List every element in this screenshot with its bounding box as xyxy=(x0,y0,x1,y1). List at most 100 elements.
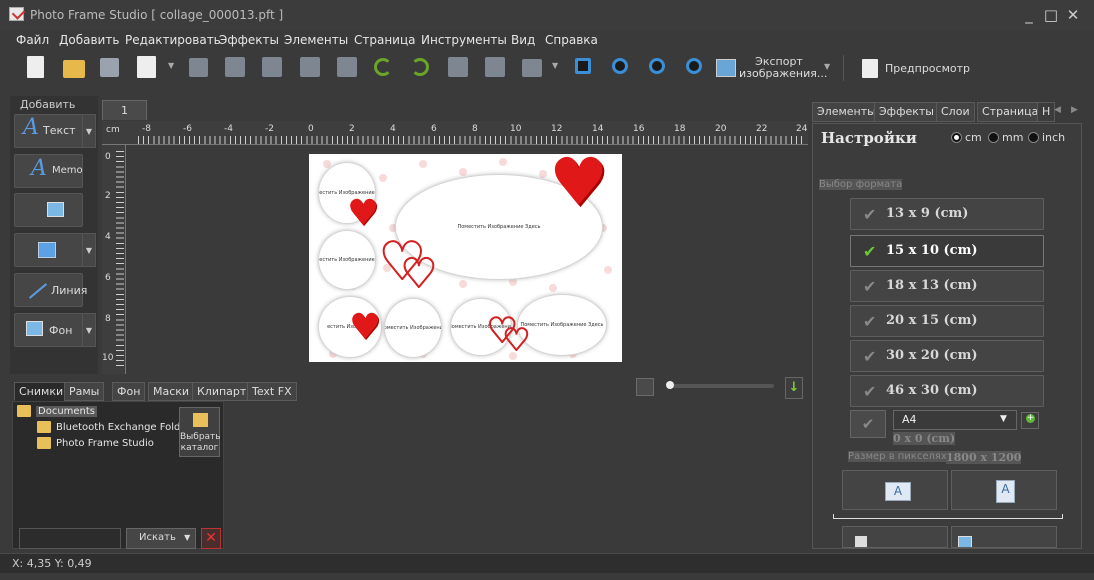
bring-to-front-icon[interactable] xyxy=(262,57,282,77)
save-icon[interactable] xyxy=(100,58,119,77)
menu-elements[interactable]: Элементы xyxy=(284,33,348,47)
heart-clipart[interactable]: ♥ xyxy=(347,196,379,232)
tab-layers[interactable]: Слои xyxy=(936,102,975,122)
ruler-label: 16 xyxy=(633,124,645,134)
format-option[interactable]: ✔ 13 x 9 (cm) xyxy=(850,198,1044,230)
format-option[interactable]: ✔ 30 x 20 (cm) xyxy=(850,340,1044,372)
tab-text-fx[interactable]: Text FX xyxy=(247,382,297,401)
thumbnail-size-slider[interactable] xyxy=(668,384,774,388)
tab-page[interactable]: Страница xyxy=(977,102,1044,122)
heart-clipart[interactable]: ♥ xyxy=(549,154,608,216)
chevron-down-icon[interactable]: ▼ xyxy=(824,62,830,71)
menu-file[interactable]: Файл xyxy=(16,33,49,47)
chevron-down-icon[interactable]: ▼ xyxy=(82,233,96,267)
scroll-left-icon[interactable]: ◀ xyxy=(1054,105,1061,115)
zoom-out-icon[interactable] xyxy=(649,58,665,74)
menu-view[interactable]: Вид xyxy=(511,33,535,47)
ruler-label: 0 xyxy=(308,124,314,134)
check-icon: ✔ xyxy=(863,382,877,401)
collage-page[interactable]: естить Изображение естить Изображение По… xyxy=(309,154,622,362)
add-page-icon[interactable] xyxy=(137,56,156,78)
tab-settings[interactable]: Н xyxy=(1037,102,1056,122)
portrait-button[interactable]: A xyxy=(951,470,1057,510)
zoom-in-icon[interactable] xyxy=(612,58,628,74)
delete-page-icon[interactable] xyxy=(189,58,208,77)
unit-radio-mm[interactable] xyxy=(988,132,999,143)
menu-effects[interactable]: Эффекты xyxy=(219,33,279,47)
photo-placeholder[interactable]: Поместить Изображение Здесь xyxy=(517,294,607,356)
add-memo-label: Memo xyxy=(52,165,83,176)
ungroup-icon[interactable] xyxy=(485,57,505,77)
format-option[interactable]: ✔ 18 x 13 (cm) xyxy=(850,270,1044,302)
format-option[interactable]: ✔ 46 x 30 (cm) xyxy=(850,375,1044,407)
minimize-button[interactable]: _ xyxy=(1018,4,1040,26)
tab-elements[interactable]: Элементы xyxy=(812,102,881,122)
custom-format-select[interactable]: A4 xyxy=(893,410,1017,430)
undo-icon[interactable] xyxy=(374,58,392,76)
ruler-label: 12 xyxy=(551,124,563,134)
choose-folder-button[interactable]: Выбрать каталог xyxy=(179,407,221,457)
new-file-icon[interactable] xyxy=(27,56,44,78)
tree-item-photo-frame-studio[interactable]: Photo Frame Studio xyxy=(56,438,154,449)
ruler-ticks xyxy=(138,136,803,144)
menu-add[interactable]: Добавить xyxy=(59,33,119,47)
send-backward-icon[interactable] xyxy=(300,57,320,77)
chevron-down-icon[interactable]: ▼ xyxy=(1000,414,1007,424)
align-icon[interactable] xyxy=(522,59,542,77)
landscape-button[interactable]: A xyxy=(842,470,948,510)
maximize-button[interactable]: □ xyxy=(1040,4,1062,26)
arrow-down-icon[interactable]: ↓ xyxy=(785,377,803,399)
bring-forward-icon[interactable] xyxy=(225,57,245,77)
tab-snapshots[interactable]: Снимки xyxy=(14,382,69,401)
fit-page-icon[interactable] xyxy=(575,58,591,74)
tree-item-bluetooth[interactable]: Bluetooth Exchange Folder xyxy=(56,422,191,433)
format-label: 18 x 13 (cm) xyxy=(886,278,978,293)
clear-search-button[interactable]: ✕ xyxy=(201,528,221,549)
group-icon[interactable] xyxy=(448,57,468,77)
heart-outline-clipart[interactable]: ♥ xyxy=(502,325,531,357)
slider-handle[interactable] xyxy=(666,381,674,389)
tab-frames[interactable]: Рамы xyxy=(64,382,105,401)
chevron-down-icon[interactable]: ▼ xyxy=(82,114,96,148)
tab-effects[interactable]: Эффекты xyxy=(874,102,939,122)
heart-clipart[interactable]: ♥ xyxy=(349,310,381,346)
tab-masks[interactable]: Маски xyxy=(148,382,195,401)
copy-icon[interactable] xyxy=(636,378,654,396)
check-icon: ✔ xyxy=(863,205,877,224)
search-button[interactable]: Искать ▼ xyxy=(126,528,196,549)
menu-tools[interactable]: Инструменты xyxy=(421,33,507,47)
unit-radio-cm[interactable] xyxy=(951,132,962,143)
panel-button[interactable] xyxy=(842,526,948,548)
tab-backgrounds[interactable]: Фон xyxy=(112,382,146,401)
chevron-down-icon[interactable]: ▼ xyxy=(82,313,96,347)
tree-item-documents[interactable]: Documents xyxy=(36,406,98,417)
export-image-button[interactable]: Экспорт изображения... xyxy=(739,56,827,80)
photo-placeholder[interactable]: естить Изображение xyxy=(318,230,376,290)
panel-divider xyxy=(833,514,1063,519)
menu-help[interactable]: Справка xyxy=(545,33,598,47)
close-button[interactable]: ✕ xyxy=(1062,4,1084,26)
photo-placeholder[interactable]: Поместить Изображение xyxy=(384,298,442,358)
preview-icon[interactable] xyxy=(862,59,878,78)
panel-button[interactable] xyxy=(951,526,1057,548)
search-input[interactable] xyxy=(19,528,121,549)
redo-icon[interactable] xyxy=(411,58,429,76)
chevron-down-icon[interactable]: ▼ xyxy=(168,61,174,70)
send-to-back-icon[interactable] xyxy=(337,57,357,77)
unit-radio-inch[interactable] xyxy=(1028,132,1039,143)
custom-format-check[interactable]: ✔ xyxy=(850,410,886,438)
add-format-button[interactable] xyxy=(1021,412,1039,429)
menu-page[interactable]: Страница xyxy=(354,33,416,47)
heart-outline-clipart[interactable]: ♥ xyxy=(400,253,438,295)
page-tab-1[interactable]: 1 xyxy=(102,100,147,121)
export-image-icon[interactable] xyxy=(716,59,736,77)
format-option-selected[interactable]: ✔ 15 x 10 (cm) xyxy=(850,235,1044,267)
scroll-right-icon[interactable]: ▶ xyxy=(1071,105,1078,115)
open-folder-icon[interactable] xyxy=(63,60,85,78)
chevron-down-icon[interactable]: ▼ xyxy=(552,61,558,70)
tab-clipart[interactable]: Клипарт xyxy=(192,382,252,401)
zoom-actual-icon[interactable] xyxy=(686,58,702,74)
preview-button[interactable]: Предпросмотр xyxy=(885,62,970,75)
menu-edit[interactable]: Редактировать xyxy=(125,33,221,47)
format-option[interactable]: ✔ 20 x 15 (cm) xyxy=(850,305,1044,337)
